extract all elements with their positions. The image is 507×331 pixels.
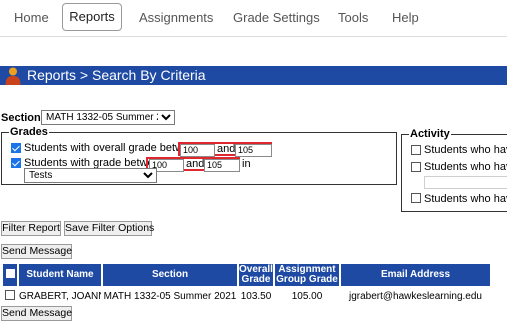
activity-label-2: Students who have bbox=[424, 161, 507, 173]
section-label: Section: bbox=[1, 112, 45, 124]
grades-legend: Grades bbox=[9, 126, 49, 138]
overall-and-label: and bbox=[217, 143, 236, 155]
group-grade-cell: 105.00 bbox=[291, 290, 323, 302]
grade-between-checkbox[interactable] bbox=[11, 158, 21, 168]
header-overall-grade[interactable]: Overall Grade bbox=[239, 264, 273, 286]
nav-help[interactable]: Help bbox=[392, 10, 419, 25]
send-message-button-top[interactable]: Send Message bbox=[1, 244, 72, 259]
activity-checkbox-1[interactable] bbox=[411, 145, 421, 155]
activity-checkbox-3[interactable] bbox=[411, 193, 421, 203]
user-icon bbox=[5, 67, 21, 85]
nav-home[interactable]: Home bbox=[14, 10, 49, 25]
grade-in-label: in bbox=[242, 158, 251, 170]
activity-checkbox-2[interactable] bbox=[411, 162, 421, 172]
overall-grade-checkbox[interactable] bbox=[11, 143, 21, 153]
activity-label-1: Students who haven bbox=[424, 144, 507, 156]
nav-reports[interactable]: Reports bbox=[62, 3, 122, 31]
section-select[interactable]: MATH 1332-05 Summer 2021 bbox=[41, 110, 175, 125]
nav-assignments[interactable]: Assignments bbox=[139, 10, 213, 25]
results-table: Student Name Section Overall Grade Assign… bbox=[1, 262, 492, 306]
overall-grade-label: Students with overall grade between bbox=[24, 142, 202, 154]
header-section[interactable]: Section bbox=[103, 264, 237, 286]
row-checkbox[interactable] bbox=[5, 289, 15, 300]
row-select-cell bbox=[3, 288, 17, 304]
table-row: GRABERT, JOANNA MATH 1332-05 Summer 2021… bbox=[3, 288, 490, 304]
activity-legend: Activity bbox=[409, 128, 451, 140]
student-name-cell: GRABERT, JOANNA bbox=[19, 290, 101, 302]
activity-select[interactable] bbox=[424, 176, 507, 189]
page-title: Reports > Search By Criteria bbox=[27, 67, 206, 83]
top-nav: Home Reports Assignments Grade Settings … bbox=[0, 0, 507, 37]
overall-grade-min-input[interactable]: 100 bbox=[180, 144, 215, 157]
activity-label-3: Students who haven bbox=[424, 193, 507, 205]
grade-and-label: and bbox=[186, 158, 205, 170]
select-all-header bbox=[3, 264, 17, 286]
overall-grade-cell: 103.50 bbox=[240, 290, 272, 302]
header-assignment-group-grade[interactable]: Assignment Group Grade bbox=[275, 264, 339, 286]
select-all-checkbox[interactable] bbox=[5, 269, 15, 278]
grade-max-input[interactable]: 105 bbox=[204, 159, 240, 172]
filter-report-button[interactable]: Filter Report bbox=[1, 221, 61, 236]
nav-tools[interactable]: Tools bbox=[338, 10, 368, 25]
email-cell: jgrabert@hawkeslearning.edu bbox=[348, 290, 482, 302]
category-select[interactable]: Tests bbox=[24, 168, 157, 183]
page-header: Reports > Search By Criteria bbox=[0, 66, 507, 85]
save-filter-options-button[interactable]: Save Filter Options bbox=[64, 221, 154, 236]
overall-grade-max-input[interactable]: 105 bbox=[235, 144, 272, 157]
header-email-address[interactable]: Email Address bbox=[341, 264, 490, 286]
send-message-button-bottom[interactable]: Send Message bbox=[1, 306, 72, 321]
section-cell: MATH 1332-05 Summer 2021 bbox=[103, 290, 237, 302]
table-header-row: Student Name Section Overall Grade Assign… bbox=[3, 264, 490, 286]
header-overall-grade-line2: Grade bbox=[241, 274, 271, 285]
nav-grade-settings[interactable]: Grade Settings bbox=[233, 10, 320, 25]
header-assignment-group-line2: Group Grade bbox=[276, 274, 338, 285]
header-student-name[interactable]: Student Name bbox=[19, 264, 101, 286]
